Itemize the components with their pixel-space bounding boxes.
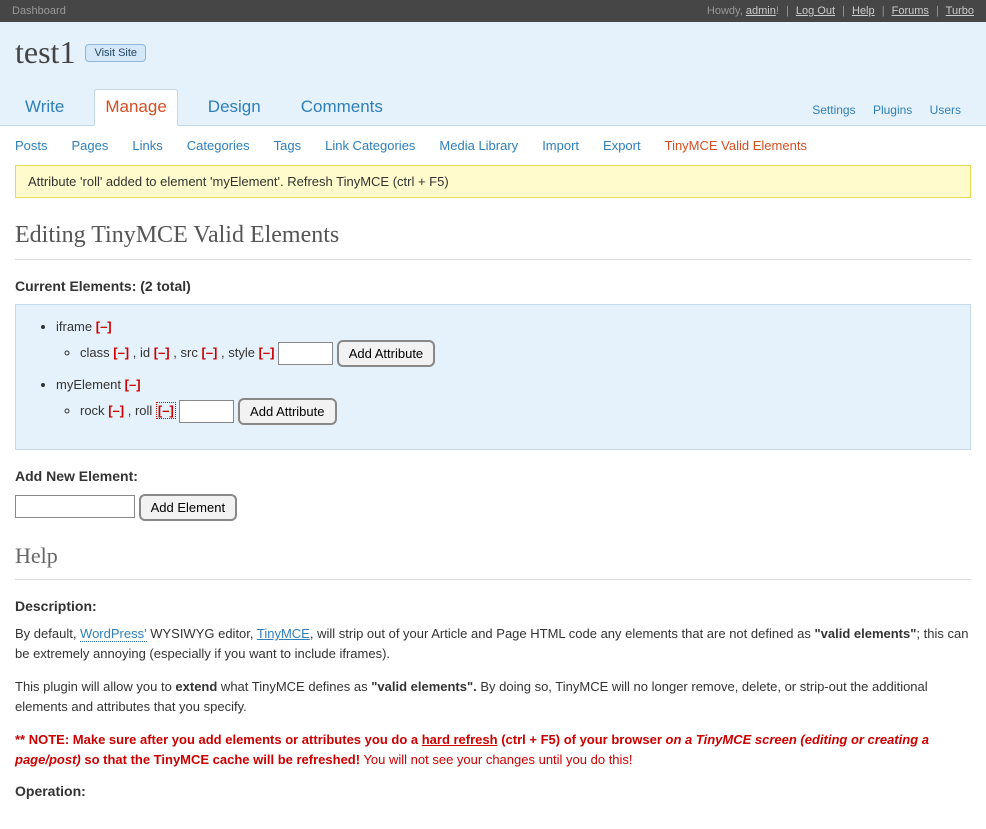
- subnav-link-categories[interactable]: Link Categories: [325, 138, 415, 153]
- topbar-right: Howdy, admin! | Log Out | Help | Forums …: [707, 5, 974, 17]
- subnav-export[interactable]: Export: [603, 138, 641, 153]
- operation-label: Operation:: [15, 783, 971, 799]
- element-iframe: iframe [–] class [–] , id [–] , src [–] …: [56, 319, 952, 367]
- turbo-link[interactable]: Turbo: [946, 5, 974, 17]
- admin-topbar: Dashboard Howdy, admin! | Log Out | Help…: [0, 0, 986, 22]
- subnav-import[interactable]: Import: [542, 138, 579, 153]
- wordpress-link[interactable]: WordPress': [80, 626, 147, 642]
- forums-link[interactable]: Forums: [892, 5, 929, 17]
- attr-name: roll: [135, 403, 152, 418]
- description-label: Description:: [15, 598, 971, 614]
- add-attribute-button-iframe[interactable]: Add Attribute: [337, 340, 435, 367]
- element-name: iframe: [56, 319, 92, 334]
- subnav-media-library[interactable]: Media Library: [439, 138, 518, 153]
- help-note: ** NOTE: Make sure after you add element…: [15, 730, 971, 769]
- remove-attr-roll[interactable]: [–]: [156, 402, 176, 419]
- help-title: Help: [15, 535, 971, 580]
- subnav-links[interactable]: Links: [132, 138, 162, 153]
- elements-box: iframe [–] class [–] , id [–] , src [–] …: [15, 304, 971, 450]
- user-link[interactable]: admin: [746, 5, 776, 17]
- hard-refresh-link[interactable]: hard refresh: [422, 732, 498, 747]
- attr-name: class: [80, 345, 110, 360]
- notice-message: Attribute 'roll' added to element 'myEle…: [15, 165, 971, 198]
- attr-name: src: [181, 345, 198, 360]
- remove-attr-rock[interactable]: [–]: [108, 403, 124, 418]
- plugins-link[interactable]: Plugins: [873, 103, 912, 117]
- remove-element-myelement[interactable]: [–]: [125, 377, 141, 392]
- element-iframe-attrs: class [–] , id [–] , src [–] , style [–]…: [80, 340, 952, 367]
- dashboard-link[interactable]: Dashboard: [12, 5, 66, 17]
- tinymce-link[interactable]: TinyMCE: [257, 626, 310, 641]
- main-tabs-right: Settings Plugins Users: [798, 103, 971, 125]
- add-attribute-button-myelement[interactable]: Add Attribute: [238, 398, 336, 425]
- subnav-tags[interactable]: Tags: [274, 138, 301, 153]
- header: test1 Visit Site Write Manage Design Com…: [0, 22, 986, 125]
- users-link[interactable]: Users: [930, 103, 961, 117]
- greeting: Howdy,: [707, 5, 743, 17]
- element-myelement: myElement [–] rock [–] , roll [–] Add At…: [56, 377, 952, 425]
- settings-link[interactable]: Settings: [812, 103, 855, 117]
- element-name: myElement: [56, 377, 121, 392]
- help-link[interactable]: Help: [852, 5, 875, 17]
- subnav-tinymce-valid-elements[interactable]: TinyMCE Valid Elements: [665, 138, 807, 153]
- subnav: Posts Pages Links Categories Tags Link C…: [0, 125, 986, 165]
- new-attr-input-myelement[interactable]: [179, 400, 234, 423]
- remove-element-iframe[interactable]: [–]: [96, 319, 112, 334]
- current-elements-label: Current Elements: (2 total): [15, 278, 971, 294]
- site-title: test1: [15, 34, 75, 71]
- remove-attr-id[interactable]: [–]: [154, 345, 170, 360]
- tab-manage[interactable]: Manage: [94, 89, 177, 126]
- subnav-posts[interactable]: Posts: [15, 138, 48, 153]
- tab-write[interactable]: Write: [15, 90, 74, 125]
- help-paragraph-1: By default, WordPress' WYSIWYG editor, T…: [15, 624, 971, 663]
- attr-name: rock: [80, 403, 105, 418]
- remove-attr-class[interactable]: [–]: [113, 345, 129, 360]
- attr-name: id: [140, 345, 150, 360]
- subnav-categories[interactable]: Categories: [187, 138, 250, 153]
- subnav-pages[interactable]: Pages: [72, 138, 109, 153]
- tab-comments[interactable]: Comments: [291, 90, 393, 125]
- visit-site-button[interactable]: Visit Site: [85, 44, 146, 62]
- main-tabs: Write Manage Design Comments: [15, 89, 393, 125]
- logout-link[interactable]: Log Out: [796, 5, 835, 17]
- remove-attr-style[interactable]: [–]: [259, 345, 275, 360]
- page-title: Editing TinyMCE Valid Elements: [15, 214, 971, 260]
- tab-design[interactable]: Design: [198, 90, 271, 125]
- new-attr-input-iframe[interactable]: [278, 342, 333, 365]
- add-new-element-label: Add New Element:: [15, 468, 971, 484]
- new-element-input[interactable]: [15, 495, 135, 518]
- add-element-button[interactable]: Add Element: [139, 494, 237, 521]
- element-myelement-attrs: rock [–] , roll [–] Add Attribute: [80, 398, 952, 425]
- help-paragraph-2: This plugin will allow you to extend wha…: [15, 677, 971, 716]
- remove-attr-src[interactable]: [–]: [201, 345, 217, 360]
- attr-name: style: [228, 345, 255, 360]
